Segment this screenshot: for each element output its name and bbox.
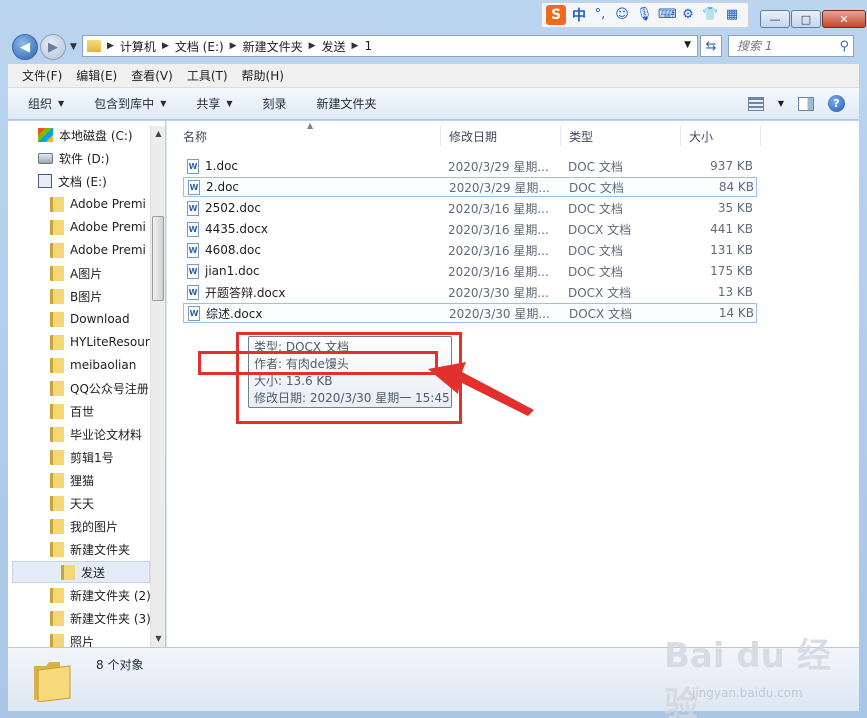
watermark-url: jingyan.baidu.com [692, 686, 803, 700]
folder-large-icon [34, 662, 71, 702]
status-object-count: 8 个对象 [96, 658, 144, 672]
baidu-watermark: Bai du 经验 jingyan.baidu.com [664, 628, 864, 718]
watermark-text: Bai du 经验 [664, 636, 831, 718]
annotation-arrow-icon [428, 362, 534, 416]
